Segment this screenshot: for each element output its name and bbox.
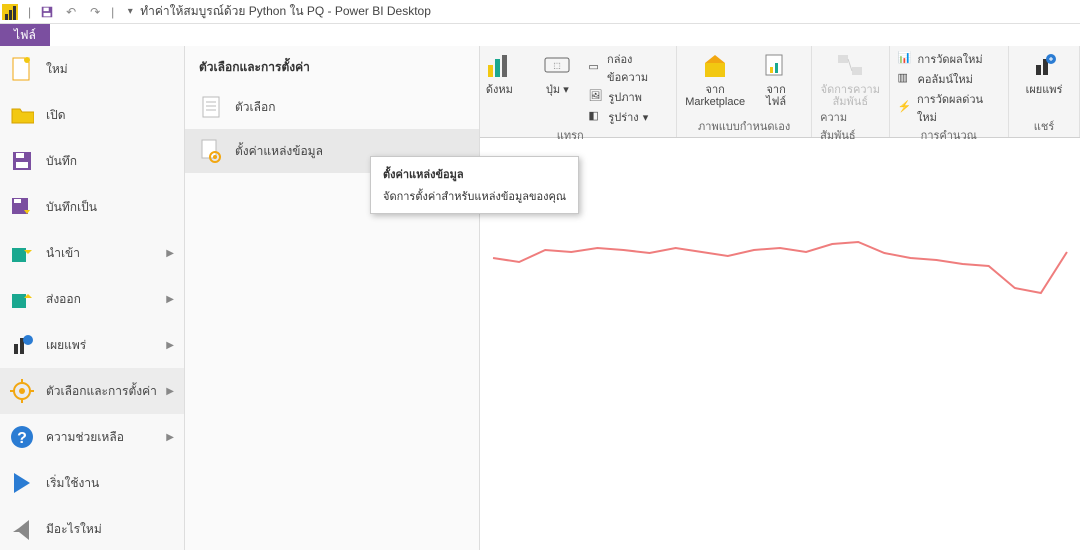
textbox-insert[interactable]: ▭กล่องข้อความ	[588, 50, 668, 86]
chevron-right-icon: ▶	[166, 294, 174, 305]
chevron-right-icon: ▶	[166, 432, 174, 443]
marketplace-icon	[699, 50, 731, 82]
separator: |	[28, 5, 31, 19]
file-tab[interactable]: ไฟล์	[0, 24, 50, 46]
ribbon-group-relationships: จัดการความ สัมพันธ์ ความสัมพันธ์	[812, 46, 889, 137]
quick-measure[interactable]: ⚡การวัดผลด่วนใหม่	[898, 90, 1001, 126]
quick-measure-icon: ⚡	[898, 100, 913, 116]
chevron-right-icon: ▶	[166, 248, 174, 259]
app-icon	[2, 4, 18, 20]
new-measure[interactable]: 📊การวัดผลใหม่	[898, 50, 1001, 68]
options-doc-icon	[199, 95, 223, 119]
file-menu-help[interactable]: ? ความช่วยเหลือ ▶	[0, 414, 184, 460]
column-icon: ▥	[898, 71, 914, 87]
custom-visual-new[interactable]: ด้งหม	[472, 50, 526, 96]
file-item-label: เปิด	[46, 106, 66, 125]
image-insert[interactable]: 🖼รูปภาพ	[588, 88, 668, 106]
button-insert[interactable]: ⬚ ปุ่ม ▾	[530, 50, 584, 96]
file-item-label: เริ่มใช้งาน	[46, 474, 99, 493]
file-item-label: บันทึกเป็น	[46, 198, 97, 217]
file-menu-publish[interactable]: เผยแพร่ ▶	[0, 322, 184, 368]
svg-text:?: ?	[17, 430, 27, 447]
data-source-icon	[199, 139, 223, 163]
publish-button[interactable]: เผยแพร่	[1017, 50, 1071, 96]
ribbon-group-custom-visuals: จาก Marketplace จาก ไฟล์ ภาพแบบกำหนดเอง	[677, 46, 812, 137]
file-item-label: ใหม่	[46, 60, 68, 79]
file-menu-open[interactable]: เปิด	[0, 92, 184, 138]
svg-text:⬚: ⬚	[554, 61, 562, 70]
submenu-item-label: ตั้งค่าแหล่งข้อมูล	[235, 142, 323, 161]
shapes-icon: ◧	[588, 109, 604, 125]
chevron-right-icon: ▶	[166, 340, 174, 351]
tooltip: ตั้งค่าแหล่งข้อมูล จัดการตั้งค่าสำหรับแห…	[370, 156, 579, 214]
from-file[interactable]: จาก ไฟล์	[749, 50, 803, 108]
file-item-label: มีอะไรใหม่	[46, 520, 102, 539]
getstarted-icon	[10, 471, 34, 495]
save-button[interactable]	[37, 2, 57, 22]
file-item-label: ส่งออก	[46, 290, 81, 309]
file-backstage-menu: ใหม่เปิดบันทึกบันทึกเป็นนำเข้า▶ส่งออก▶เผ…	[0, 46, 185, 550]
file-menu-whatsnew[interactable]: มีอะไรใหม่	[0, 506, 184, 552]
options-icon	[10, 379, 34, 403]
help-icon: ?	[10, 425, 34, 449]
qat-dropdown[interactable]: ▾	[120, 2, 140, 22]
redo-button[interactable]: ↷	[85, 2, 105, 22]
file-item-label: นำเข้า	[46, 244, 80, 263]
measure-icon: 📊	[898, 51, 914, 67]
publish-icon	[10, 333, 34, 357]
submenu-header: ตัวเลือกและการตั้งค่า	[185, 46, 479, 85]
submenu-item-label: ตัวเลือก	[235, 98, 275, 117]
submenu-options-doc[interactable]: ตัวเลือก	[185, 85, 479, 129]
file-item-label: ตัวเลือกและการตั้งค่า	[46, 382, 157, 401]
tooltip-title: ตั้งค่าแหล่งข้อมูล	[383, 165, 566, 183]
file-menu-saveas[interactable]: บันทึกเป็น	[0, 184, 184, 230]
quick-access-toolbar: ↶ ↷	[37, 2, 105, 22]
file-menu-save[interactable]: บันทึก	[0, 138, 184, 184]
file-menu-export[interactable]: ส่งออก ▶	[0, 276, 184, 322]
file-menu-options[interactable]: ตัวเลือกและการตั้งค่า ▶	[0, 368, 184, 414]
whatsnew-icon	[10, 517, 34, 541]
file-visual-icon	[760, 50, 792, 82]
file-item-label: ความช่วยเหลือ	[46, 428, 124, 447]
file-item-label: เผยแพร่	[46, 336, 86, 355]
file-menu-new[interactable]: ใหม่	[0, 46, 184, 92]
relationships-icon	[834, 50, 866, 82]
button-icon: ⬚	[541, 50, 573, 82]
new-icon	[10, 57, 34, 81]
import-icon	[10, 241, 34, 265]
saveas-icon	[10, 195, 34, 219]
shapes-insert[interactable]: ◧รูปร่าง ▾	[588, 108, 668, 126]
ribbon-tab-strip: ไฟล์	[0, 24, 1080, 46]
open-icon	[10, 103, 34, 127]
file-menu-getstarted[interactable]: เริ่มใช้งาน	[0, 460, 184, 506]
file-menu-import[interactable]: นำเข้า ▶	[0, 230, 184, 276]
new-column[interactable]: ▥คอลัมน์ใหม่	[898, 70, 1001, 88]
window-title: ทำค่าให้สมบูรณ์ด้วย Python ใน PQ - Power…	[140, 2, 431, 21]
from-marketplace[interactable]: จาก Marketplace	[685, 50, 745, 108]
textbox-icon: ▭	[588, 60, 603, 76]
ribbon-group-share: เผยแพร่ แชร์	[1009, 46, 1080, 137]
ribbon-group-calculations: 📊การวัดผลใหม่ ▥คอลัมน์ใหม่ ⚡การวัดผลด่วน…	[890, 46, 1010, 137]
publish-icon	[1028, 50, 1060, 82]
manage-relationships: จัดการความ สัมพันธ์	[821, 50, 880, 108]
save-icon	[10, 149, 34, 173]
image-icon: 🖼	[588, 89, 604, 105]
file-item-label: บันทึก	[46, 152, 77, 171]
ribbon-group-insert: ด้งหม ⬚ ปุ่ม ▾ ▭กล่องข้อความ 🖼รูปภาพ ◧รู…	[464, 46, 677, 137]
chevron-right-icon: ▶	[166, 386, 174, 397]
separator: |	[111, 5, 114, 19]
undo-button[interactable]: ↶	[61, 2, 81, 22]
title-bar: | ↶ ↷ | ▾ ทำค่าให้สมบูรณ์ด้วย Python ใน …	[0, 0, 1080, 24]
options-submenu: ตัวเลือกและการตั้งค่า ตัวเลือกตั้งค่าแหล…	[185, 46, 480, 550]
export-icon	[10, 287, 34, 311]
chart-icon	[483, 50, 515, 82]
tooltip-body: จัดการตั้งค่าสำหรับแหล่งข้อมูลของคุณ	[383, 187, 566, 205]
